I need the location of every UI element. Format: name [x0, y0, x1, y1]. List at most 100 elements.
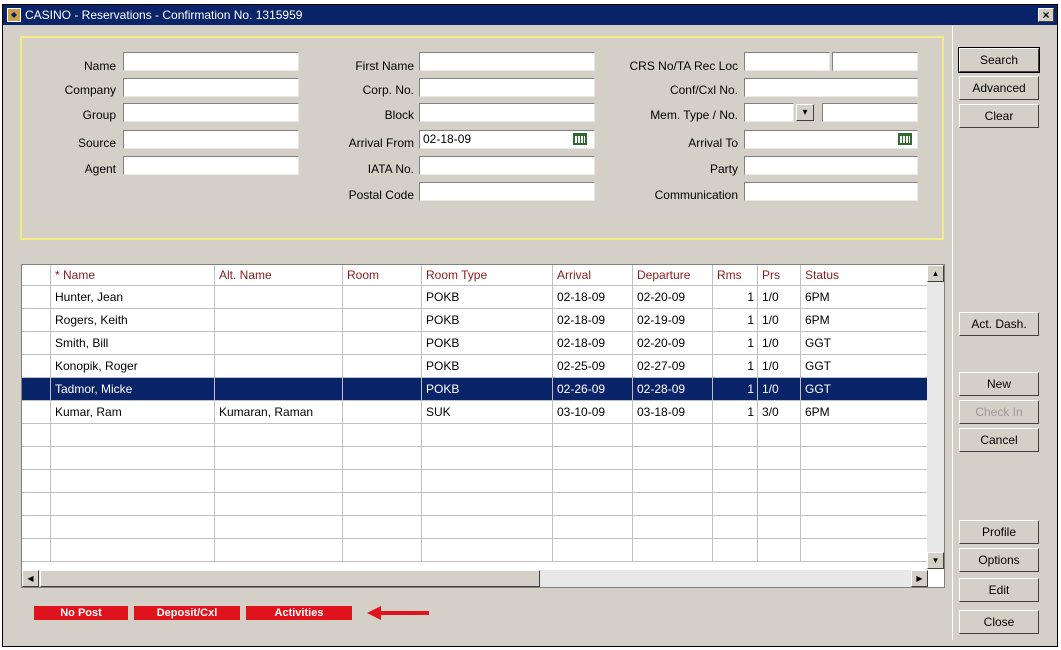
column-header-departure[interactable]: Departure: [633, 265, 713, 285]
grid-header: * Name Alt. Name Room Room Type Arrival …: [22, 265, 944, 286]
table-row[interactable]: Tadmor, Micke POKB 02-26-09 02-28-09 1 1/0 GGT: [22, 378, 928, 401]
close-window-button[interactable]: ×: [1038, 8, 1054, 22]
conf-cxl-label: Conf/Cxl No.: [669, 83, 738, 97]
empty-table-row[interactable]: [22, 447, 928, 470]
no-post-button[interactable]: No Post: [34, 606, 128, 620]
conf-cxl-field[interactable]: [744, 78, 918, 97]
cell-type: [422, 516, 553, 538]
company-field[interactable]: [123, 78, 299, 97]
empty-table-row[interactable]: [22, 424, 928, 447]
table-row[interactable]: Rogers, Keith POKB 02-18-09 02-19-09 1 1/0 6PM: [22, 309, 928, 332]
arrival-from-field[interactable]: 02-18-09: [419, 130, 595, 149]
scroll-down-icon[interactable]: ▼: [927, 552, 944, 569]
table-row[interactable]: Hunter, Jean POKB 02-18-09 02-20-09 1 1/0 6PM: [22, 286, 928, 309]
vertical-scrollbar[interactable]: ▲ ▼: [927, 265, 944, 569]
corp-no-field[interactable]: [419, 78, 595, 97]
mem-type-dropdown-icon[interactable]: ▾: [796, 104, 814, 121]
scroll-right-icon[interactable]: ▶: [911, 570, 928, 587]
activities-button[interactable]: Activities: [246, 606, 352, 620]
cell-name: [51, 539, 215, 561]
source-label: Source: [77, 136, 116, 150]
scroll-left-icon[interactable]: ◀: [22, 570, 39, 587]
scroll-up-icon[interactable]: ▲: [927, 265, 944, 282]
cell-room: [343, 516, 422, 538]
search-button[interactable]: Search: [958, 47, 1040, 73]
arrival-to-calendar-icon[interactable]: [897, 132, 913, 146]
cell-rms: [713, 493, 758, 515]
ta-rec-loc-field[interactable]: [832, 52, 918, 71]
empty-table-row[interactable]: [22, 516, 928, 539]
empty-table-row[interactable]: [22, 539, 928, 562]
options-button[interactable]: Options: [959, 548, 1039, 572]
column-header-status[interactable]: Status: [801, 265, 928, 285]
cell-rms: 1: [713, 332, 758, 354]
cell-arrival: [553, 470, 633, 492]
crs-no-field[interactable]: [744, 52, 830, 71]
cell-name: Rogers, Keith: [51, 309, 215, 331]
cell-room: [343, 539, 422, 561]
first-name-field[interactable]: [419, 52, 595, 71]
column-header-rms[interactable]: Rms: [713, 265, 758, 285]
communication-field[interactable]: [744, 182, 918, 201]
group-field[interactable]: [123, 103, 299, 122]
cell-alt: [215, 539, 343, 561]
cell-departure: [633, 516, 713, 538]
cell-prs: 1/0: [758, 378, 801, 400]
column-header-arrival[interactable]: Arrival: [553, 265, 633, 285]
cell-type: [422, 447, 553, 469]
arrival-to-field[interactable]: [744, 130, 918, 149]
empty-table-row[interactable]: [22, 493, 928, 516]
table-row[interactable]: Smith, Bill POKB 02-18-09 02-20-09 1 1/0 GGT: [22, 332, 928, 355]
app-icon: ◆: [7, 8, 21, 22]
mem-no-field[interactable]: [822, 103, 918, 122]
advanced-button[interactable]: Advanced: [959, 76, 1039, 100]
clear-button[interactable]: Clear: [959, 104, 1039, 128]
row-selector: [22, 355, 51, 377]
agent-field[interactable]: [123, 156, 299, 175]
profile-button[interactable]: Profile: [959, 520, 1039, 544]
cell-prs: 3/0: [758, 401, 801, 423]
empty-table-row[interactable]: [22, 470, 928, 493]
cell-departure: [633, 493, 713, 515]
name-field[interactable]: [123, 52, 299, 71]
postal-code-field[interactable]: [419, 182, 595, 201]
row-selector: [22, 378, 51, 400]
red-arrow-icon: [367, 606, 429, 620]
cell-departure: 02-19-09: [633, 309, 713, 331]
row-selector: [22, 286, 51, 308]
cell-alt: [215, 516, 343, 538]
arrival-from-calendar-icon[interactable]: [572, 132, 588, 146]
cell-name: [51, 470, 215, 492]
cancel-button[interactable]: Cancel: [959, 428, 1039, 452]
horizontal-scroll-thumb[interactable]: [40, 570, 540, 587]
cell-prs: [758, 493, 801, 515]
iata-no-field[interactable]: [419, 156, 595, 175]
column-header-alt-name[interactable]: Alt. Name: [215, 265, 343, 285]
source-field[interactable]: [123, 130, 299, 149]
table-row[interactable]: Konopik, Roger POKB 02-25-09 02-27-09 1 1/0 GG…: [22, 355, 928, 378]
cell-status: 6PM: [801, 401, 928, 423]
title-bar[interactable]: ◆ CASINO - Reservations - Confirmation N…: [3, 5, 1057, 25]
party-field[interactable]: [744, 156, 918, 175]
column-header-room[interactable]: Room: [343, 265, 422, 285]
cell-alt: [215, 447, 343, 469]
row-selector: [22, 470, 51, 492]
check-in-button[interactable]: Check In: [959, 400, 1039, 424]
agent-label: Agent: [84, 162, 116, 176]
act-dash-button[interactable]: Act. Dash.: [959, 312, 1039, 336]
close-button[interactable]: Close: [959, 610, 1039, 634]
cell-name: [51, 516, 215, 538]
new-button[interactable]: New: [959, 372, 1039, 396]
column-header-room-type[interactable]: Room Type: [422, 265, 553, 285]
cell-type: [422, 424, 553, 446]
block-field[interactable]: [419, 103, 595, 122]
edit-button[interactable]: Edit: [959, 578, 1039, 602]
column-header-prs[interactable]: Prs: [758, 265, 801, 285]
mem-type-field[interactable]: [744, 103, 794, 122]
column-header-name[interactable]: * Name: [51, 265, 215, 285]
cell-name: [51, 493, 215, 515]
deposit-cxl-button[interactable]: Deposit/Cxl: [134, 606, 240, 620]
cell-departure: 02-20-09: [633, 286, 713, 308]
table-row[interactable]: Kumar, Ram Kumaran, Raman SUK 03-10-09 03-18…: [22, 401, 928, 424]
horizontal-scrollbar[interactable]: ◀ ▶: [22, 570, 928, 587]
